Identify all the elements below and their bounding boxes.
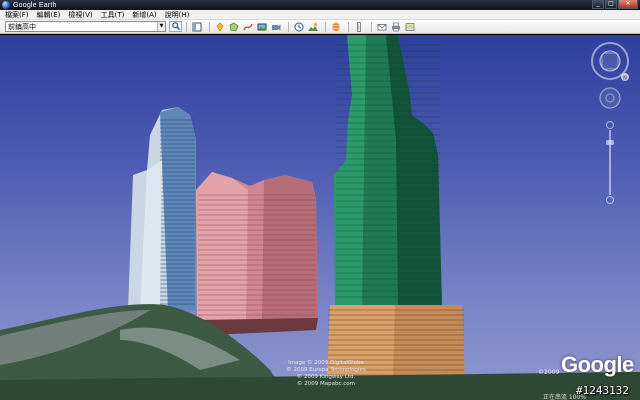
pink-twin-towers bbox=[196, 172, 318, 335]
window-title: Google Earth bbox=[13, 1, 57, 9]
menu-add[interactable]: 新增(A) bbox=[128, 10, 160, 20]
ruler-icon bbox=[357, 21, 361, 32]
add-placemark-button[interactable] bbox=[214, 21, 226, 32]
image-overlay-icon bbox=[257, 23, 267, 30]
google-earth-app-icon bbox=[2, 1, 10, 9]
toolbar-separator bbox=[325, 21, 326, 32]
imagery-credit-3: © 2009 Kingway Ltd. bbox=[296, 374, 356, 380]
view-in-google-maps-button[interactable] bbox=[404, 21, 416, 32]
white-skyscraper bbox=[128, 107, 196, 310]
toolbar-separator bbox=[348, 21, 349, 32]
title-bar: Google Earth _ □ ✕ bbox=[0, 0, 640, 10]
search-input[interactable] bbox=[6, 22, 156, 31]
add-path-button[interactable] bbox=[242, 21, 254, 32]
maximize-button[interactable]: □ bbox=[605, 0, 617, 9]
magnifier-icon bbox=[171, 22, 180, 31]
historical-imagery-icon bbox=[294, 22, 304, 31]
hide-sidebar-button[interactable] bbox=[191, 21, 203, 32]
scene-canvas bbox=[0, 35, 640, 400]
sun-icon bbox=[308, 22, 318, 31]
print-button[interactable] bbox=[390, 21, 402, 32]
ruler-button[interactable] bbox=[353, 21, 365, 32]
navigation-controls: N bbox=[591, 42, 629, 204]
menu-edit[interactable]: 編輯(E) bbox=[33, 10, 65, 20]
toolbar-separator bbox=[186, 21, 187, 32]
imagery-credit-2: © 2009 Europa Technologies bbox=[286, 367, 366, 373]
close-button[interactable]: ✕ bbox=[618, 0, 638, 9]
imagery-year: ©2009 bbox=[538, 369, 560, 376]
zoom-slider-thumb[interactable] bbox=[606, 140, 614, 145]
green-skyscraper bbox=[327, 35, 465, 380]
earth-3d-view[interactable]: N Image © 2009 DigitalGlobe © 2009 Europ… bbox=[0, 35, 640, 400]
switch-to-sky-button[interactable] bbox=[330, 21, 342, 32]
imagery-credit-4: © 2009 Mapabc.com bbox=[297, 381, 355, 387]
toolbar-separator bbox=[371, 21, 372, 32]
toolbar: ▼ bbox=[0, 20, 640, 34]
placemark-icon bbox=[216, 22, 224, 32]
historical-imagery-button[interactable] bbox=[293, 21, 305, 32]
menu-view[interactable]: 檢視(V) bbox=[64, 10, 96, 20]
polygon-icon bbox=[229, 22, 239, 31]
add-image-overlay-button[interactable] bbox=[256, 21, 268, 32]
menu-bar: 檔案(F) 編輯(E) 檢視(V) 工具(T) 新增(A) 說明(H) bbox=[0, 10, 640, 20]
toolbar-separator bbox=[288, 21, 289, 32]
search-history-dropdown[interactable]: ▼ bbox=[157, 22, 165, 31]
record-tour-button[interactable] bbox=[270, 21, 282, 32]
image-id-label: #1243132 bbox=[576, 384, 629, 397]
record-tour-icon bbox=[272, 24, 281, 30]
switch-sky-icon bbox=[331, 22, 341, 31]
path-icon bbox=[243, 23, 253, 30]
view-in-maps-icon bbox=[405, 22, 415, 31]
menu-tools[interactable]: 工具(T) bbox=[97, 10, 129, 20]
menu-file[interactable]: 檔案(F) bbox=[0, 10, 33, 20]
search-button[interactable] bbox=[169, 21, 182, 32]
sunlight-button[interactable] bbox=[307, 21, 319, 32]
search-box: ▼ bbox=[5, 21, 166, 32]
window-controls: _ □ ✕ bbox=[591, 0, 638, 10]
add-polygon-button[interactable] bbox=[228, 21, 240, 32]
compass-ring[interactable] bbox=[591, 42, 629, 80]
print-icon bbox=[392, 22, 400, 31]
north-indicator[interactable]: N bbox=[621, 73, 629, 82]
imagery-credit-1: Image © 2009 DigitalGlobe bbox=[288, 360, 364, 366]
minimize-button[interactable]: _ bbox=[592, 0, 604, 9]
zoom-slider[interactable] bbox=[606, 121, 614, 204]
email-button[interactable] bbox=[376, 21, 388, 32]
menu-help[interactable]: 說明(H) bbox=[161, 10, 194, 20]
email-icon bbox=[377, 23, 387, 30]
google-logo: Google bbox=[561, 352, 634, 377]
compass-north-label: N bbox=[623, 76, 627, 82]
toolbar-separator bbox=[209, 21, 210, 32]
hide-sidebar-icon bbox=[192, 22, 202, 31]
look-joystick[interactable] bbox=[599, 87, 621, 109]
